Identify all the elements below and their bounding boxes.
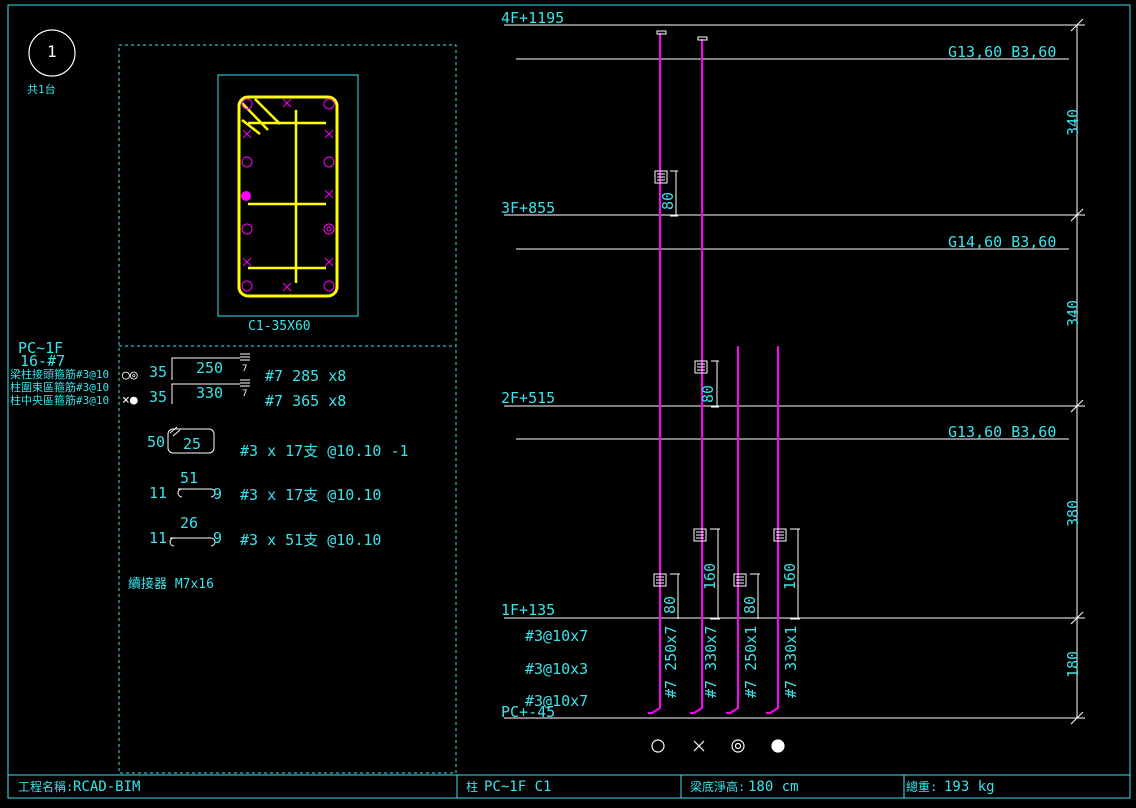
tie-dim-a: 11: [149, 529, 168, 547]
beam-label: G14,60 B3,60: [948, 233, 1057, 251]
tie-dim-a: 11: [149, 484, 168, 502]
cross-symbol: [693, 740, 705, 752]
bar-row-desc: #7 365 x8: [265, 392, 347, 410]
bar-label: #7 330x1: [782, 625, 800, 698]
stirrup-spacing: #3@10x7: [525, 692, 589, 710]
lap-dimension-brackets: [670, 170, 800, 620]
tie-dim-c: 9: [213, 485, 223, 503]
double-circle-symbol: [731, 739, 745, 753]
lap-dimension: 80: [741, 595, 759, 614]
stirrup-spacing: #3@10x7: [525, 627, 589, 645]
crossties: [241, 98, 326, 283]
highlight-bar: [241, 191, 251, 201]
bar-row-hook: 7: [242, 389, 248, 399]
stirrup-note: 柱圍束區箍筋#3@10: [10, 381, 110, 394]
project-value: RCAD-BIM: [73, 779, 141, 795]
sheet-frame: [7, 4, 1131, 799]
bar-label: #7 330x7: [702, 625, 720, 698]
tie-dim-b: 51: [180, 469, 199, 487]
stirrup-spacing: #3@10x3: [525, 660, 589, 678]
stirrup-note: 梁柱接頭箍筋#3@10: [10, 368, 110, 381]
sheet-number: 1: [47, 42, 57, 61]
story-dimension: 380: [1064, 499, 1082, 527]
bar-row-length: 250: [196, 359, 224, 377]
section-bar-spec: 16-#7: [20, 352, 66, 370]
column-label: 柱: [466, 780, 479, 794]
bar-row-desc: #7 285 x8: [265, 367, 347, 385]
level-label: 1F+135: [501, 601, 556, 619]
bar-row-length: 330: [196, 384, 224, 402]
open-circle-symbol: [651, 739, 665, 753]
tie-desc: #3 x 17支 @10.10: [240, 486, 382, 504]
story-dimension: 340: [1064, 299, 1082, 327]
level-label: 3F+855: [501, 199, 556, 217]
bar-row-symbols: ×●: [122, 393, 138, 408]
tie-desc: #3 x 17支 @10.10 -1: [240, 442, 409, 460]
tie-dim-b: 25: [183, 435, 202, 453]
tie-dim-a: 50: [147, 433, 166, 451]
section-caption: C1-35X60: [248, 319, 311, 334]
column-section: [217, 74, 359, 317]
bar-legend: [651, 739, 785, 753]
bar-row-hook: 7: [242, 364, 248, 374]
filled-circle-symbol: [771, 739, 785, 753]
cad-drawing-canvas[interactable]: [0, 0, 1136, 808]
bar-row-lead: 35: [149, 388, 168, 406]
weight-label: 總重:: [906, 780, 938, 794]
sheet-label: 共1台: [27, 83, 56, 96]
stirrup-note: 柱中央區箍筋#3@10: [10, 394, 110, 407]
level-lines: [504, 24, 1085, 719]
height-value: 180 cm: [748, 779, 799, 795]
lap-dimension: 80: [659, 191, 677, 210]
lap-dimension: 160: [701, 562, 719, 590]
story-dimension: 340: [1064, 108, 1082, 136]
bar-label: #7 250x7: [662, 625, 680, 698]
weight-value: 193 kg: [944, 779, 995, 795]
tie-dim-c: 9: [213, 529, 223, 547]
coupler-note: 續接器 M7x16: [128, 577, 214, 592]
main-bars: [241, 98, 335, 292]
tie-dim-b: 26: [180, 514, 199, 532]
column-value: PC~1F C1: [484, 779, 552, 795]
bar-label: #7 250x1: [742, 625, 760, 698]
bar-row-lead: 35: [149, 363, 168, 381]
level-label: 2F+515: [501, 389, 556, 407]
beam-label: G13,60 B3,60: [948, 43, 1057, 61]
height-label: 梁底淨高:: [690, 780, 746, 794]
level-label: 4F+1195: [501, 9, 565, 27]
beam-label: G13,60 B3,60: [948, 423, 1057, 441]
project-label: 工程名稱:: [18, 780, 74, 794]
lap-dimension: 160: [781, 562, 799, 590]
lap-dimension: 80: [699, 384, 717, 403]
couplers: [653, 170, 787, 587]
lap-dimension: 80: [661, 595, 679, 614]
outer-stirrup: [237, 95, 339, 298]
story-dimension: 180: [1064, 650, 1082, 678]
bar-top-caps: [656, 30, 708, 41]
bar-row-symbols: ○◎: [122, 368, 138, 383]
tie-desc: #3 x 51支 @10.10: [240, 531, 382, 549]
